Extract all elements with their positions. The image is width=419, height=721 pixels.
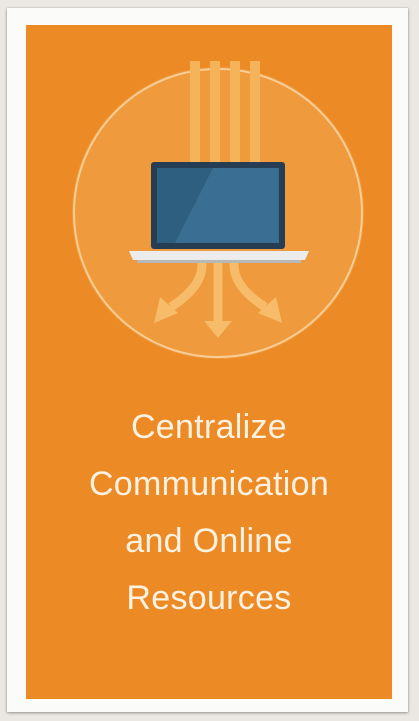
feature-title-line: Resources	[126, 579, 292, 617]
feature-title-line: and Online	[125, 522, 293, 560]
feature-title-line: Centralize	[130, 408, 288, 446]
feature-title: Centralize Communication and Online Reso…	[26, 399, 392, 627]
feature-title-line: Communication	[88, 465, 330, 503]
card-frame: Centralize Communication and Online Reso…	[7, 8, 408, 712]
laptop-with-arrows-icon	[72, 61, 364, 359]
feature-card: Centralize Communication and Online Reso…	[26, 25, 392, 699]
